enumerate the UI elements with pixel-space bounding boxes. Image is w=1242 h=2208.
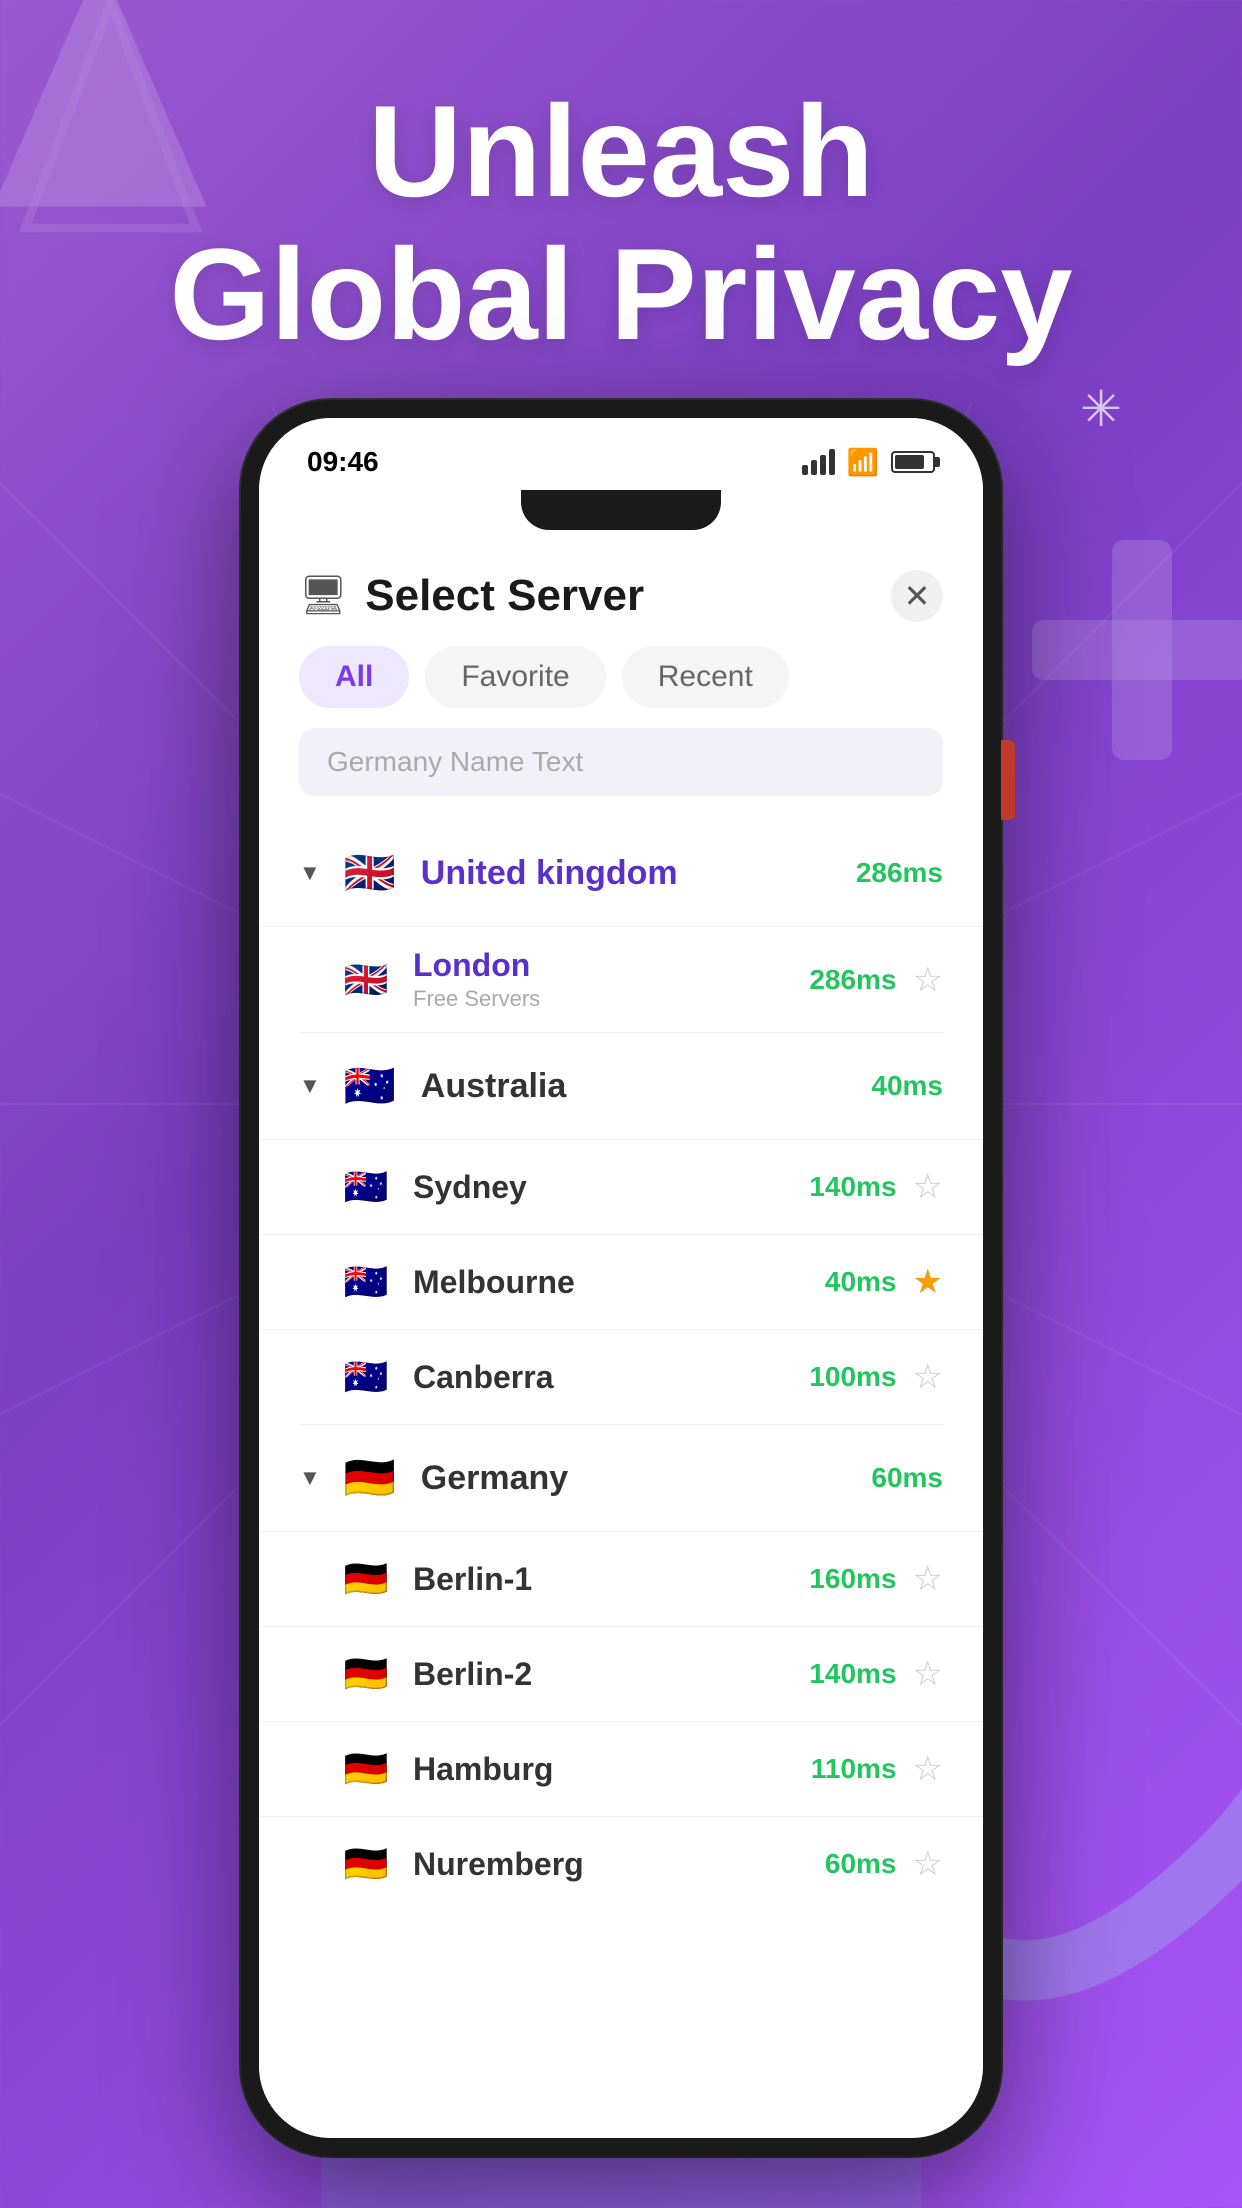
flag-melbourne: 🇦🇺 — [339, 1255, 393, 1309]
flag-de: 🇩🇪 — [339, 1447, 401, 1509]
city-info-nuremberg: Nuremberg — [413, 1846, 825, 1883]
city-name-sydney: Sydney — [413, 1169, 809, 1206]
city-info-sydney: Sydney — [413, 1169, 809, 1206]
sparkle-decoration: ✳ — [1080, 380, 1122, 438]
city-name-berlin2: Berlin-2 — [413, 1656, 809, 1693]
city-name-london: London — [413, 947, 809, 984]
header-line1: Unleash — [368, 78, 874, 224]
header-line2: Global Privacy — [169, 221, 1072, 367]
tab-bar: All Favorite Recent — [259, 646, 983, 728]
star-london[interactable]: ☆ — [913, 960, 943, 1000]
screen-title: Select Server — [365, 571, 644, 621]
flag-berlin2: 🇩🇪 — [339, 1647, 393, 1701]
chevron-icon-uk: ▼ — [299, 860, 321, 886]
title-left: 🖥 Select Server — [299, 571, 644, 621]
city-row-london[interactable]: 🇬🇧 London Free Servers 286ms ☆ — [259, 926, 983, 1032]
city-name-melbourne: Melbourne — [413, 1264, 825, 1301]
city-info-hamburg: Hamburg — [413, 1751, 811, 1788]
country-name-de: Germany — [421, 1459, 872, 1498]
city-row-sydney[interactable]: 🇦🇺 Sydney 140ms ☆ — [259, 1139, 983, 1234]
ping-sydney: 140ms — [809, 1171, 896, 1203]
star-hamburg[interactable]: ☆ — [913, 1749, 943, 1789]
country-row-de[interactable]: ▼ 🇩🇪 Germany 60ms — [259, 1425, 983, 1531]
city-row-berlin2[interactable]: 🇩🇪 Berlin-2 140ms ☆ — [259, 1626, 983, 1721]
city-sub-london: Free Servers — [413, 986, 809, 1012]
status-bar: 09:46 📶 — [259, 418, 983, 490]
notch-area — [259, 490, 983, 538]
ping-uk: 286ms — [856, 857, 943, 889]
app-screen: 🖥 Select Server ✕ All Favorite Recent Ge… — [259, 538, 983, 2138]
star-melbourne[interactable]: ★ — [913, 1262, 943, 1302]
signal-icon — [802, 449, 835, 475]
country-row-uk[interactable]: ▼ 🇬🇧 United kingdom 286ms — [259, 820, 983, 926]
ping-canberra: 100ms — [809, 1361, 896, 1393]
ping-berlin2: 140ms — [809, 1658, 896, 1690]
city-row-melbourne[interactable]: 🇦🇺 Melbourne 40ms ★ — [259, 1234, 983, 1329]
city-row-berlin1[interactable]: 🇩🇪 Berlin-1 160ms ☆ — [259, 1531, 983, 1626]
battery-icon — [891, 451, 935, 473]
city-info-berlin1: Berlin-1 — [413, 1561, 809, 1598]
flag-canberra: 🇦🇺 — [339, 1350, 393, 1404]
flag-nuremberg: 🇩🇪 — [339, 1837, 393, 1891]
chevron-icon-au: ▼ — [299, 1073, 321, 1099]
flag-sydney: 🇦🇺 — [339, 1160, 393, 1214]
flag-berlin1: 🇩🇪 — [339, 1552, 393, 1606]
header-text: Unleash Global Privacy — [0, 80, 1242, 366]
city-info-canberra: Canberra — [413, 1359, 809, 1396]
star-sydney[interactable]: ☆ — [913, 1167, 943, 1207]
tab-all[interactable]: All — [299, 646, 409, 708]
city-info-london: London Free Servers — [413, 947, 809, 1012]
tab-favorite[interactable]: Favorite — [425, 646, 605, 708]
city-info-berlin2: Berlin-2 — [413, 1656, 809, 1693]
flag-london: 🇬🇧 — [339, 953, 393, 1007]
country-name-au: Australia — [421, 1067, 872, 1106]
flag-au: 🇦🇺 — [339, 1055, 401, 1117]
ping-melbourne: 40ms — [825, 1266, 897, 1298]
ping-au: 40ms — [871, 1070, 943, 1102]
phone-side-button — [1001, 740, 1015, 820]
status-icons: 📶 — [802, 447, 935, 478]
flag-hamburg: 🇩🇪 — [339, 1742, 393, 1796]
notch — [521, 490, 721, 530]
country-row-au[interactable]: ▼ 🇦🇺 Australia 40ms — [259, 1033, 983, 1139]
flag-uk: 🇬🇧 — [339, 842, 401, 904]
ping-berlin1: 160ms — [809, 1563, 896, 1595]
chevron-icon-de: ▼ — [299, 1465, 321, 1491]
ping-de: 60ms — [871, 1462, 943, 1494]
ping-london: 286ms — [809, 964, 896, 996]
star-berlin2[interactable]: ☆ — [913, 1654, 943, 1694]
close-button[interactable]: ✕ — [891, 570, 943, 622]
city-row-hamburg[interactable]: 🇩🇪 Hamburg 110ms ☆ — [259, 1721, 983, 1816]
search-bar[interactable]: Germany Name Text — [299, 728, 943, 796]
phone-mockup: 09:46 📶 — [241, 400, 1001, 2156]
country-name-uk: United kingdom — [421, 854, 856, 893]
city-name-berlin1: Berlin-1 — [413, 1561, 809, 1598]
ping-hamburg: 110ms — [811, 1753, 897, 1785]
title-bar: 🖥 Select Server ✕ — [259, 538, 983, 646]
ping-nuremberg: 60ms — [825, 1848, 897, 1880]
city-name-hamburg: Hamburg — [413, 1751, 811, 1788]
star-canberra[interactable]: ☆ — [913, 1357, 943, 1397]
city-row-canberra[interactable]: 🇦🇺 Canberra 100ms ☆ — [259, 1329, 983, 1424]
star-berlin1[interactable]: ☆ — [913, 1559, 943, 1599]
wifi-icon: 📶 — [847, 447, 879, 478]
star-nuremberg[interactable]: ☆ — [913, 1844, 943, 1884]
city-name-canberra: Canberra — [413, 1359, 809, 1396]
status-time: 09:46 — [307, 446, 379, 478]
server-list: ▼ 🇬🇧 United kingdom 286ms 🇬🇧 London Free… — [259, 820, 983, 1911]
city-info-melbourne: Melbourne — [413, 1264, 825, 1301]
search-placeholder: Germany Name Text — [327, 746, 583, 777]
city-row-nuremberg[interactable]: 🇩🇪 Nuremberg 60ms ☆ — [259, 1816, 983, 1911]
tab-recent[interactable]: Recent — [622, 646, 789, 708]
server-icon: 🖥 — [299, 574, 347, 618]
city-name-nuremberg: Nuremberg — [413, 1846, 825, 1883]
